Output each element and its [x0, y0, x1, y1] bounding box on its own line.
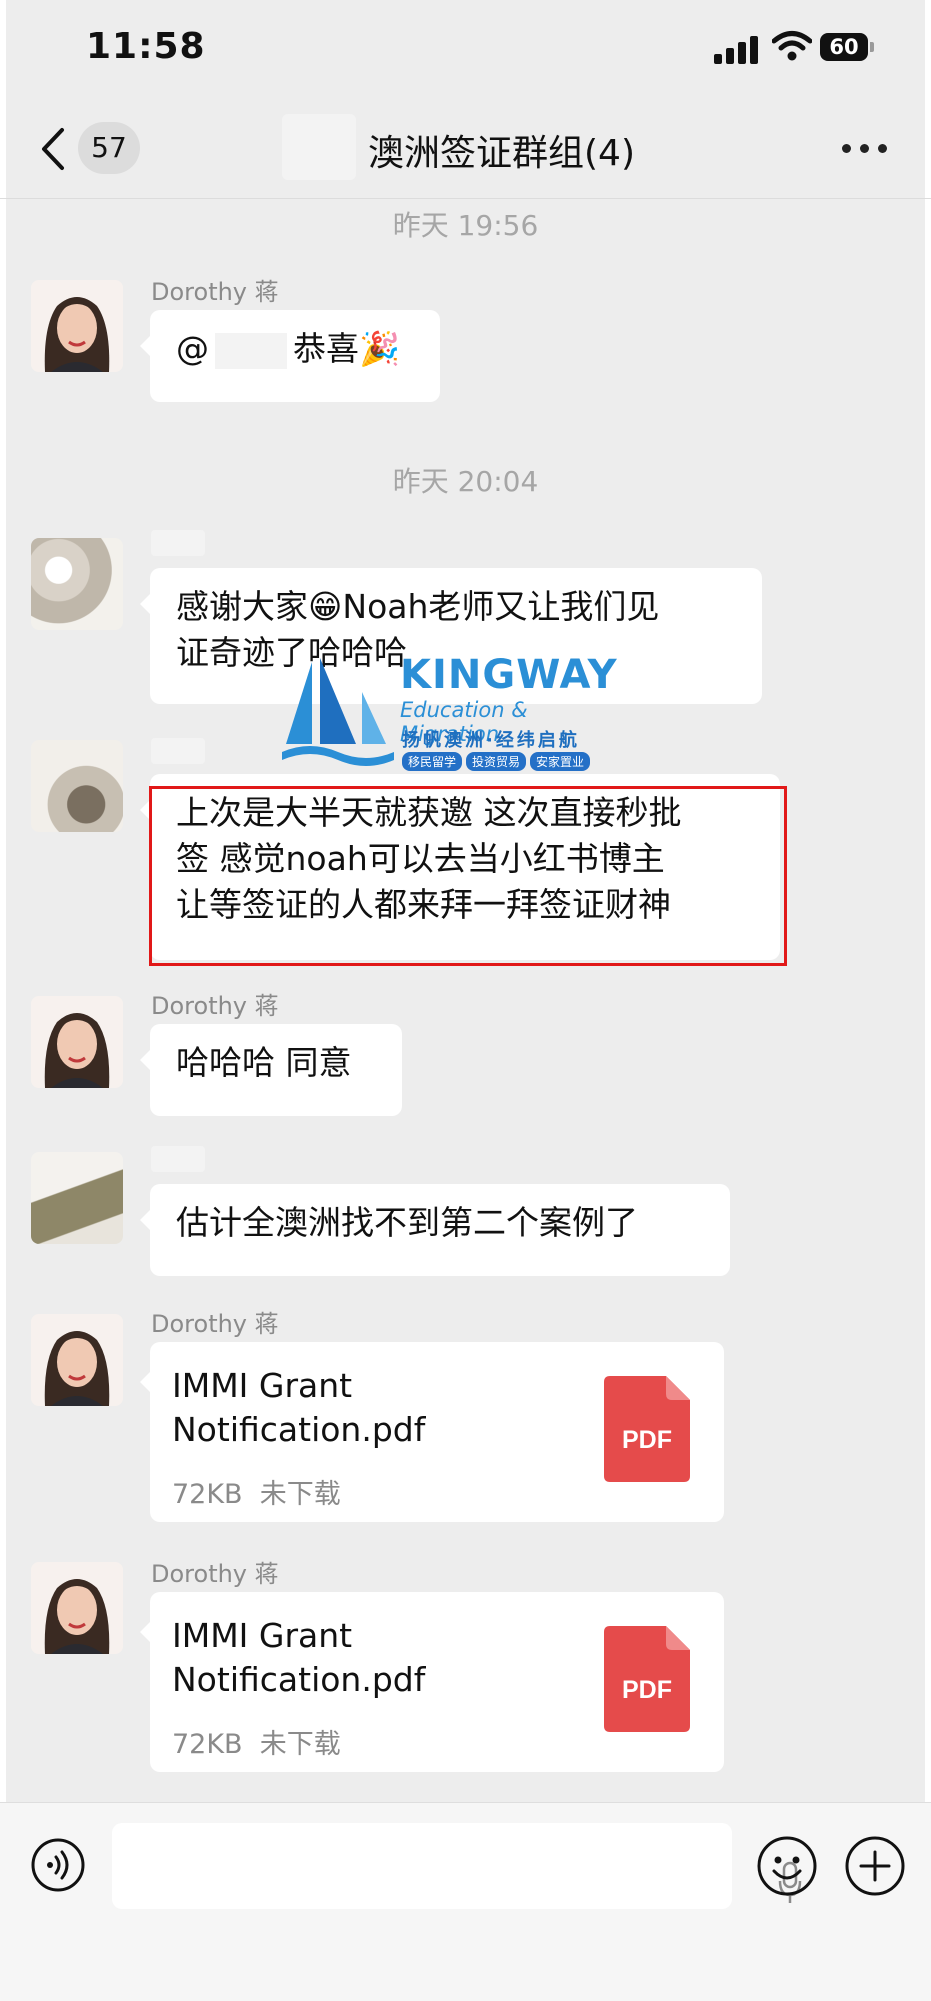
back-chevron-icon[interactable]: [34, 126, 74, 172]
battery-tip: [870, 42, 874, 52]
message-text: Noah老师又让我们见: [342, 587, 660, 626]
kingway-watermark: KINGWAY Education & Migration 扬帆澳洲·经纬启航 …: [282, 652, 622, 782]
redacted-sender: [151, 1146, 205, 1172]
emoji-icon[interactable]: [756, 1835, 818, 1897]
pdf-label: PDF: [622, 1426, 672, 1454]
pdf-file-icon: PDF: [604, 1376, 690, 1482]
chat-header: 57 澳洲签证群组(4): [0, 100, 931, 200]
file-message-card[interactable]: IMMI Grant Notification.pdf 72KB 未下载 PDF: [140, 1342, 724, 1522]
avatar[interactable]: [31, 1562, 123, 1654]
message-input[interactable]: [112, 1823, 802, 1909]
redacted-sender: [151, 530, 205, 556]
watermark-tags: 移民留学 投资贸易 安家置业: [402, 752, 594, 771]
file-name-line: Notification.pdf: [172, 1410, 426, 1449]
pdf-file-icon: PDF: [604, 1626, 690, 1732]
watermark-brand: KINGWAY: [400, 652, 618, 698]
mention-prefix: @: [176, 329, 209, 368]
status-time: 11:58: [86, 26, 206, 67]
chat-title: 澳洲签证群组(4): [368, 133, 635, 174]
right-edge: [925, 0, 931, 2000]
unread-count-badge[interactable]: 57: [78, 122, 140, 174]
message-text: 估计全澳洲找不到第二个案例了: [176, 1203, 638, 1242]
message-text: 哈哈哈 同意: [176, 1043, 352, 1082]
sender-name: Dorothy 蒋: [151, 992, 279, 1020]
avatar-portrait: [31, 1562, 123, 1654]
avatar-portrait: [31, 280, 123, 372]
message-bubble[interactable]: 估计全澳洲找不到第二个案例了: [140, 1184, 730, 1276]
highlight-box: [149, 786, 787, 966]
message-text: 恭喜: [293, 329, 359, 368]
file-name: IMMI Grant Notification.pdf: [172, 1364, 572, 1452]
watermark-tag: 移民留学: [402, 752, 463, 771]
timestamp: 昨天 20:04: [392, 465, 539, 498]
wifi-icon: [772, 31, 812, 61]
avatar[interactable]: [31, 1152, 123, 1244]
download-status: 未下载: [259, 1479, 341, 1510]
plus-icon[interactable]: [844, 1835, 906, 1897]
watermark-tag: 投资贸易: [466, 752, 527, 771]
status-bar: 11:58 60: [0, 0, 931, 100]
input-bar: [0, 1802, 931, 2001]
avatar[interactable]: [31, 996, 123, 1088]
timestamp: 昨天 19:56: [392, 209, 539, 242]
redacted-area: [282, 114, 356, 180]
party-popper-emoji: 🎉: [359, 329, 401, 368]
avatar[interactable]: [31, 1314, 123, 1406]
file-size: 72KB: [172, 1479, 243, 1510]
avatar-portrait: [31, 1314, 123, 1406]
watermark-tag: 安家置业: [530, 752, 591, 771]
watermark-slogan: 扬帆澳洲·经纬启航: [402, 730, 580, 751]
download-status: 未下载: [259, 1729, 341, 1760]
header-divider: [0, 198, 931, 199]
file-meta: 72KB 未下载: [172, 1722, 341, 1761]
avatar-portrait: [31, 996, 123, 1088]
grin-emoji: 😁: [308, 587, 343, 626]
battery-icon: 60: [820, 33, 868, 61]
redacted-mention: [215, 332, 287, 369]
file-size: 72KB: [172, 1729, 243, 1760]
redacted-sender: [151, 738, 205, 764]
avatar[interactable]: [31, 740, 123, 832]
sender-name: Dorothy 蒋: [151, 278, 279, 306]
message-text: 感谢大家: [176, 587, 308, 626]
file-name-line: IMMI Grant: [172, 1366, 353, 1405]
pdf-label: PDF: [622, 1676, 672, 1704]
sailboat-logo: [282, 658, 394, 766]
voice-input-icon[interactable]: [30, 1837, 86, 1893]
sender-name: Dorothy 蒋: [151, 1310, 279, 1338]
cellular-signal-icon: [714, 34, 760, 64]
file-message-card[interactable]: IMMI Grant Notification.pdf 72KB 未下载 PDF: [140, 1592, 724, 1772]
left-edge: [0, 0, 6, 2000]
avatar[interactable]: [31, 538, 123, 630]
more-options-icon[interactable]: [842, 144, 890, 156]
file-name-line: Notification.pdf: [172, 1660, 426, 1699]
file-name: IMMI Grant Notification.pdf: [172, 1614, 572, 1702]
message-bubble[interactable]: @ 恭喜🎉: [140, 310, 440, 402]
file-meta: 72KB 未下载: [172, 1472, 341, 1511]
message-bubble[interactable]: 哈哈哈 同意: [140, 1024, 402, 1116]
file-name-line: IMMI Grant: [172, 1616, 353, 1655]
avatar[interactable]: [31, 280, 123, 372]
sender-name: Dorothy 蒋: [151, 1560, 279, 1588]
